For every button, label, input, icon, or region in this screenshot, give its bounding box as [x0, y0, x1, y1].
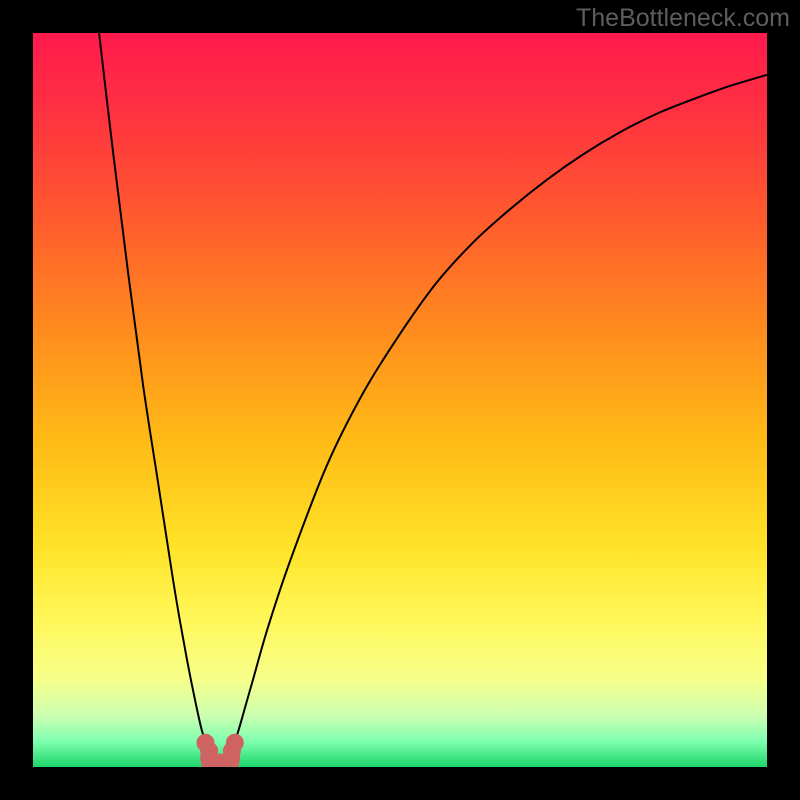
gradient-background — [33, 33, 767, 767]
min-marker — [226, 734, 243, 751]
plot-area — [33, 33, 767, 767]
plot-svg — [33, 33, 767, 767]
watermark-text: TheBottleneck.com — [576, 4, 790, 33]
chart-frame: TheBottleneck.com — [0, 0, 800, 800]
